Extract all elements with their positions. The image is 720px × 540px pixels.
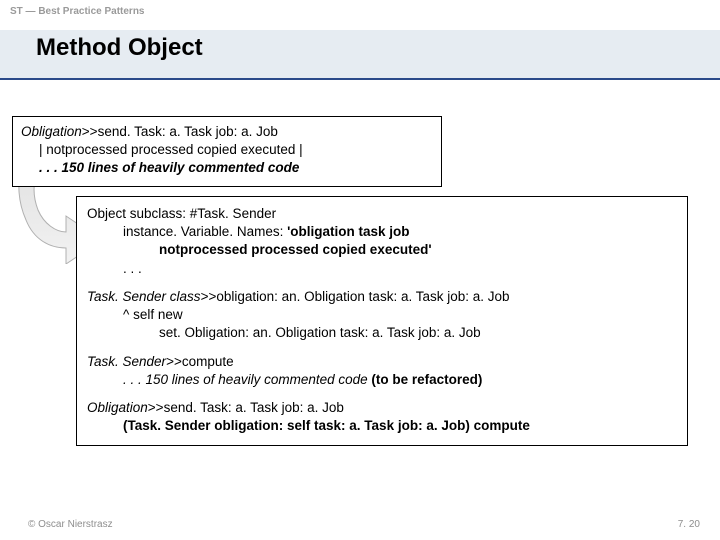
breadcrumb: ST — Best Practice Patterns bbox=[10, 6, 145, 17]
code-line: ^ self new bbox=[87, 306, 677, 324]
code-text: instance. Variable. Names: bbox=[123, 224, 287, 239]
code-box-after: Object subclass: #Task. Sender instance.… bbox=[76, 196, 688, 446]
page-title: Method Object bbox=[36, 34, 203, 62]
code-text: >>obligation: an. Obligation task: a. Ta… bbox=[201, 289, 510, 304]
code-ellipsis: . . . bbox=[87, 260, 677, 278]
code-box-before: Obligation>>send. Task: a. Task job: a. … bbox=[12, 116, 442, 187]
code-line: . . . 150 lines of heavily commented cod… bbox=[87, 371, 677, 389]
code-line: set. Obligation: an. Obligation task: a.… bbox=[87, 324, 677, 342]
code-line: instance. Variable. Names: 'obligation t… bbox=[87, 223, 677, 241]
code-text: >>compute bbox=[166, 354, 234, 369]
code-line: (Task. Sender obligation: self task: a. … bbox=[87, 417, 677, 435]
spacer bbox=[87, 278, 677, 288]
code-text-bold: 'obligation task job bbox=[287, 224, 409, 239]
code-line: Task. Sender>>compute bbox=[87, 353, 677, 371]
code-text: >>send. Task: a. Task job: a. Job bbox=[148, 400, 344, 415]
spacer bbox=[87, 389, 677, 399]
code-class-name: Task. Sender bbox=[87, 354, 166, 369]
code-class-name: Obligation bbox=[87, 400, 148, 415]
code-line: Obligation>>send. Task: a. Task job: a. … bbox=[21, 123, 433, 141]
code-comment-summary: . . . 150 lines of heavily commented cod… bbox=[123, 372, 371, 387]
title-underline bbox=[0, 78, 720, 80]
code-line: Obligation>>send. Task: a. Task job: a. … bbox=[87, 399, 677, 417]
footer-author: © Oscar Nierstrasz bbox=[28, 519, 113, 530]
code-line: Task. Sender class>>obligation: an. Obli… bbox=[87, 288, 677, 306]
code-comment-summary: . . . 150 lines of heavily commented cod… bbox=[21, 159, 433, 177]
footer-page-number: 7. 20 bbox=[678, 519, 700, 530]
spacer bbox=[87, 343, 677, 353]
code-annotation: (to be refactored) bbox=[371, 372, 482, 387]
code-class-name: Obligation bbox=[21, 124, 82, 139]
code-class-name: Task. Sender class bbox=[87, 289, 201, 304]
code-line: | notprocessed processed copied executed… bbox=[21, 141, 433, 159]
code-line: Object subclass: #Task. Sender bbox=[87, 205, 677, 223]
code-text: >>send. Task: a. Task job: a. Job bbox=[82, 124, 278, 139]
code-line: notprocessed processed copied executed' bbox=[87, 241, 677, 259]
